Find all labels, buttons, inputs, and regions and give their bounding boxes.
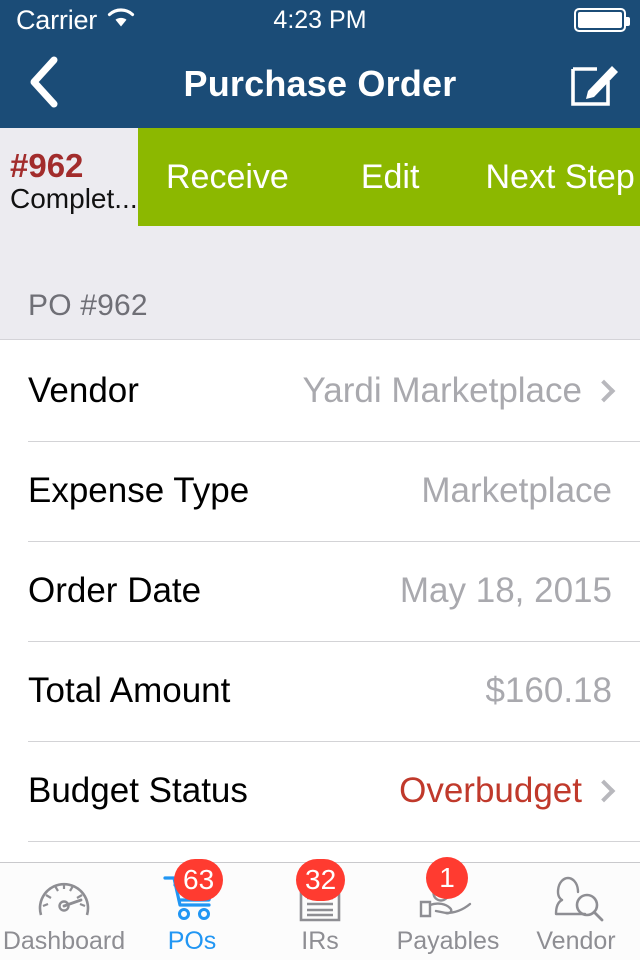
po-summary-chip[interactable]: #962 Complet...: [0, 128, 138, 236]
row-label: Expense Type: [28, 471, 250, 510]
row-value-group: Overbudget: [399, 771, 616, 811]
status-badge: Overbudget: [399, 771, 582, 810]
tab-pos[interactable]: 63 POs: [128, 859, 256, 960]
carrier-label: Carrier: [16, 4, 98, 35]
row-label: Total Amount: [28, 671, 231, 710]
edit-button[interactable]: Edit: [361, 158, 420, 197]
navigation-bar: Purchase Order: [0, 40, 640, 128]
tab-label: Dashboard: [2, 927, 126, 955]
tab-label: Payables: [396, 927, 500, 955]
chevron-right-icon: [592, 779, 616, 803]
compose-button[interactable]: [550, 40, 640, 128]
row-label: Order Date: [28, 571, 202, 610]
row-value: $160.18: [485, 671, 612, 710]
status-bar: Carrier 4:23 PM: [0, 0, 640, 40]
purchase-order-screen: Carrier 4:23 PM Purchase Order #962 Comp…: [0, 0, 640, 960]
list-divider: [28, 841, 640, 842]
next-step-button[interactable]: Next Step: [485, 158, 634, 197]
wifi-icon: [106, 7, 136, 34]
tab-dashboard[interactable]: Dashboard: [0, 863, 128, 960]
status-bar-left: Carrier: [0, 5, 211, 36]
compose-icon: [568, 55, 622, 114]
chevron-right-icon: [592, 379, 616, 403]
table-row[interactable]: Budget Status Overbudget: [0, 741, 640, 841]
row-label: Vendor: [28, 371, 139, 410]
battery-full-icon: [573, 8, 630, 32]
table-row: Total Amount $160.18: [0, 641, 640, 741]
section-header-label: PO #962: [28, 289, 148, 322]
po-detail-list: Vendor Yardi Marketplace Expense Type Ma…: [0, 341, 640, 842]
tab-vendor[interactable]: Vendor: [512, 863, 640, 960]
action-buttons-group: Receive Edit Next Step: [138, 128, 640, 226]
back-button[interactable]: [0, 40, 90, 128]
row-value-group: $160.18: [485, 671, 612, 711]
status-bar-time: 4:23 PM: [273, 5, 367, 34]
table-row[interactable]: Vendor Yardi Marketplace: [0, 341, 640, 441]
tab-label: IRs: [301, 927, 339, 955]
tab-label: Vendor: [536, 927, 616, 955]
badge-count: 1: [426, 857, 468, 899]
row-value: May 18, 2015: [399, 571, 612, 610]
po-number-label: #962: [10, 146, 84, 184]
status-bar-right: [429, 8, 640, 32]
section-header: PO #962: [0, 236, 640, 340]
tab-payables[interactable]: 1 Payables: [384, 857, 512, 960]
page-title: Purchase Order: [183, 63, 457, 104]
person-search-icon: [547, 871, 605, 923]
tab-irs[interactable]: $ 32 IRs: [256, 859, 384, 960]
badge-count: 63: [174, 859, 224, 901]
row-value: Marketplace: [421, 471, 612, 510]
receive-button[interactable]: Receive: [166, 158, 289, 197]
table-row: Order Date May 18, 2015: [0, 541, 640, 641]
tab-label: POs: [167, 927, 217, 955]
row-value: Yardi Marketplace: [302, 371, 582, 410]
chevron-left-icon: [27, 54, 63, 115]
row-label: Budget Status: [28, 771, 248, 810]
action-bar: #962 Complet... Receive Edit Next Step: [0, 128, 640, 236]
gauge-icon: [35, 871, 93, 923]
po-status-label: Complet...: [10, 183, 138, 215]
row-value-group: May 18, 2015: [400, 571, 612, 611]
badge-count: 32: [296, 859, 346, 901]
table-row: Expense Type Marketplace: [0, 441, 640, 541]
row-value-group: Yardi Marketplace: [302, 371, 616, 411]
tab-bar: Dashboard 63 POs $: [0, 857, 640, 960]
row-value-group: Marketplace: [421, 471, 612, 511]
